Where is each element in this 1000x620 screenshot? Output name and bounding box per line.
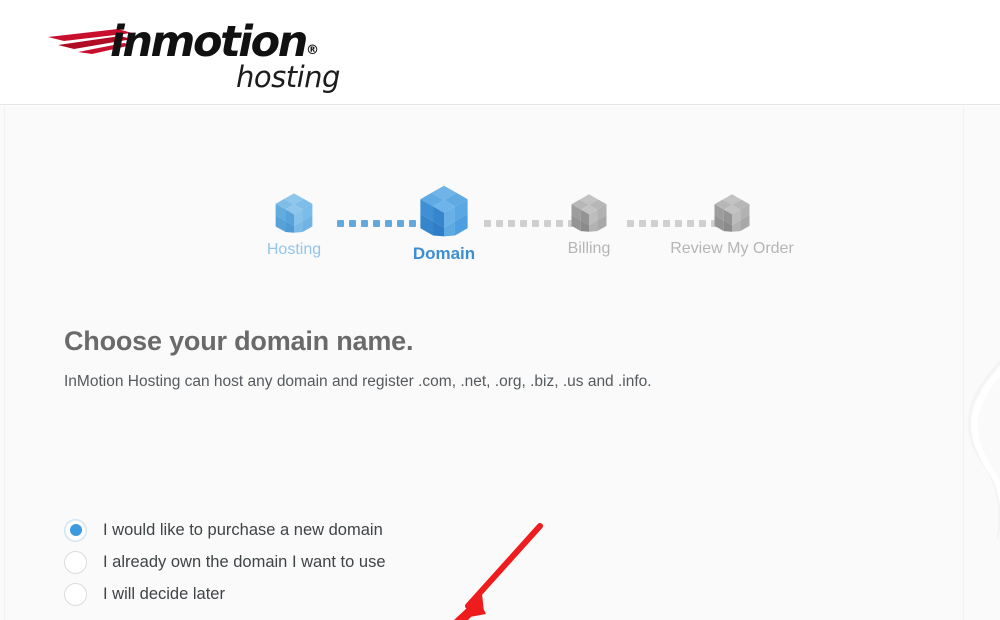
site-header: inmotion® hosting bbox=[0, 0, 1000, 105]
step-domain[interactable]: Domain bbox=[402, 184, 486, 264]
logo-registered-mark: ® bbox=[305, 43, 319, 58]
site-logo[interactable]: inmotion® hosting bbox=[48, 16, 348, 94]
radio-label-already-own: I already own the domain I want to use bbox=[103, 553, 386, 571]
page-title: Choose your domain name. bbox=[64, 326, 414, 356]
radio-icon-decide-later[interactable] bbox=[64, 582, 87, 606]
cube-icon bbox=[714, 194, 750, 232]
step-label-billing: Billing bbox=[567, 240, 611, 257]
decorative-curve bbox=[967, 360, 1000, 538]
radio-label-decide-later: I will decide later bbox=[103, 585, 225, 603]
logo-tagline: hosting bbox=[236, 60, 340, 94]
step-label-domain: Domain bbox=[412, 244, 476, 263]
page-content: Hosting Domain Billing Review My Order C… bbox=[0, 106, 1000, 620]
step-label-review: Review My Order bbox=[670, 240, 794, 257]
radio-icon-already-own[interactable] bbox=[64, 550, 87, 574]
checkout-stepper: Hosting Domain Billing Review My Order bbox=[252, 184, 812, 284]
cube-icon bbox=[420, 185, 468, 237]
cube-icon bbox=[275, 193, 313, 233]
container-edge-left bbox=[4, 106, 5, 620]
page-subtitle: InMotion Hosting can host any domain and… bbox=[64, 373, 652, 390]
step-review-my-order[interactable]: Review My Order bbox=[652, 184, 812, 259]
step-hosting[interactable]: Hosting bbox=[252, 184, 336, 260]
cube-icon bbox=[571, 194, 607, 232]
step-label-hosting: Hosting bbox=[266, 241, 322, 258]
radio-option-purchase-new[interactable]: I would like to purchase a new domain bbox=[64, 514, 584, 546]
radio-icon-purchase-new[interactable] bbox=[64, 518, 87, 542]
radio-option-decide-later[interactable]: I will decide later bbox=[64, 578, 584, 610]
radio-label-purchase-new: I would like to purchase a new domain bbox=[103, 521, 383, 539]
container-edge-right bbox=[963, 106, 964, 620]
radio-option-already-own[interactable]: I already own the domain I want to use bbox=[64, 546, 584, 578]
step-billing[interactable]: Billing bbox=[547, 184, 631, 259]
domain-choice-radio-group: I would like to purchase a new domain I … bbox=[64, 514, 584, 610]
page-root: inmotion® hosting Hosting Domain Billing… bbox=[0, 0, 1000, 620]
